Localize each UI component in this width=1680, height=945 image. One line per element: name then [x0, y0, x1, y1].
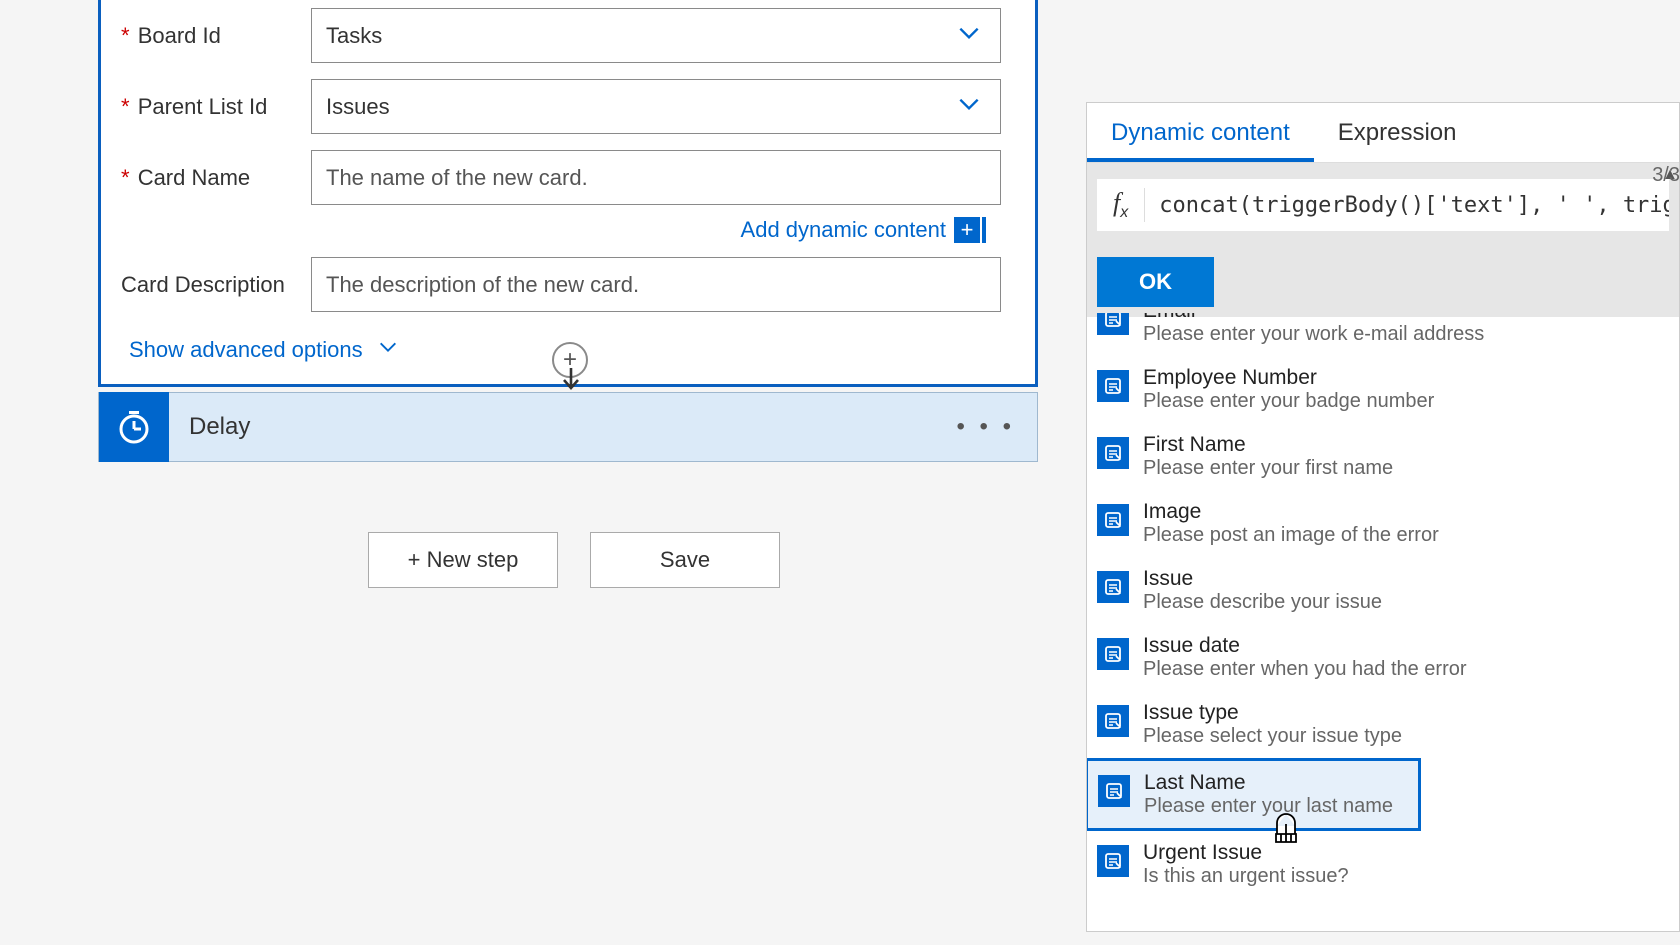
token-desc: Please enter your last name — [1144, 795, 1393, 818]
token-item[interactable]: IssuePlease describe your issue — [1087, 557, 1679, 624]
more-icon[interactable]: • • • — [956, 413, 1015, 441]
chevron-down-icon — [956, 91, 982, 123]
card-desc-row: Card Description The description of the … — [101, 249, 1035, 320]
dynpanel-tabs: Dynamic content Expression — [1087, 103, 1679, 163]
create-card-panel: * Board Id Tasks * Parent List Id Issues… — [98, 0, 1038, 387]
timer-icon — [99, 392, 169, 462]
form-icon — [1097, 571, 1129, 603]
token-item[interactable]: EmailPlease enter your work e-mail addre… — [1087, 313, 1679, 356]
token-list[interactable]: EmailPlease enter your work e-mail addre… — [1087, 313, 1679, 917]
parent-list-row: * Parent List Id Issues — [101, 71, 1035, 142]
token-title: Last Name — [1144, 771, 1393, 795]
token-item[interactable]: First NamePlease enter your first name — [1087, 423, 1679, 490]
new-step-button[interactable]: + New step — [368, 532, 558, 588]
token-desc: Please enter your badge number — [1143, 390, 1434, 413]
token-title: Image — [1143, 500, 1439, 524]
show-advanced-link[interactable]: Show advanced options — [129, 336, 399, 364]
card-name-label: * Card Name — [121, 165, 311, 191]
card-name-row: * Card Name The name of the new card. — [101, 142, 1035, 213]
token-title: Employee Number — [1143, 366, 1434, 390]
token-desc: Please enter your first name — [1143, 457, 1393, 480]
board-id-value: Tasks — [326, 23, 382, 49]
token-item[interactable]: Urgent IssueIs this an urgent issue? — [1087, 831, 1679, 898]
parent-list-select[interactable]: Issues — [311, 79, 1001, 134]
token-title: Issue date — [1143, 634, 1467, 658]
card-desc-placeholder: The description of the new card. — [326, 272, 639, 298]
card-desc-input[interactable]: The description of the new card. — [311, 257, 1001, 312]
token-desc: Is this an urgent issue? — [1143, 865, 1349, 888]
plus-icon: + — [954, 217, 980, 243]
form-icon — [1097, 313, 1129, 335]
token-title: Issue — [1143, 567, 1382, 591]
save-button[interactable]: Save — [590, 532, 780, 588]
form-icon — [1097, 845, 1129, 877]
token-item[interactable]: Issue typePlease select your issue type — [1087, 691, 1679, 758]
card-name-placeholder: The name of the new card. — [326, 165, 588, 191]
token-desc: Please post an image of the error — [1143, 524, 1439, 547]
board-id-label: * Board Id — [121, 23, 311, 49]
form-icon — [1097, 638, 1129, 670]
token-desc: Please select your issue type — [1143, 725, 1402, 748]
token-title: Email — [1143, 313, 1484, 323]
form-icon — [1097, 705, 1129, 737]
token-item[interactable]: Last NamePlease enter your last name — [1087, 758, 1421, 831]
form-icon — [1097, 504, 1129, 536]
expression-text: concat(triggerBody()['text'], ' ', trigg… — [1145, 193, 1669, 218]
fx-bar: fx concat(triggerBody()['text'], ' ', tr… — [1087, 163, 1679, 247]
delay-title: Delay — [189, 413, 250, 441]
chevron-down-icon — [377, 336, 399, 364]
board-id-row: * Board Id Tasks — [101, 0, 1035, 71]
tab-dynamic-content[interactable]: Dynamic content — [1087, 103, 1314, 162]
token-title: Issue type — [1143, 701, 1402, 725]
fx-icon: fx — [1097, 188, 1145, 222]
token-desc: Please describe your issue — [1143, 591, 1382, 614]
dynamic-content-panel: Dynamic content Expression fx concat(tri… — [1086, 102, 1680, 932]
board-id-select[interactable]: Tasks — [311, 8, 1001, 63]
form-icon — [1097, 437, 1129, 469]
expression-input[interactable]: fx concat(triggerBody()['text'], ' ', tr… — [1097, 179, 1669, 231]
chevron-down-icon — [956, 20, 982, 52]
action-buttons: + New step Save — [368, 532, 780, 588]
parent-list-value: Issues — [326, 94, 390, 120]
ok-button[interactable]: OK — [1097, 257, 1214, 307]
bar-icon — [982, 217, 986, 243]
token-desc: Please enter your work e-mail address — [1143, 323, 1484, 346]
page-counter: 3/3 — [1652, 164, 1680, 187]
add-dynamic-content-link[interactable]: Add dynamic content + — [741, 217, 986, 243]
delay-card[interactable]: Delay • • • — [98, 392, 1038, 462]
token-item[interactable]: Employee NumberPlease enter your badge n… — [1087, 356, 1679, 423]
parent-list-label: * Parent List Id — [121, 94, 311, 120]
token-desc: Please enter when you had the error — [1143, 658, 1467, 681]
form-icon — [1098, 775, 1130, 807]
token-item[interactable]: Issue datePlease enter when you had the … — [1087, 624, 1679, 691]
token-title: First Name — [1143, 433, 1393, 457]
card-desc-label: Card Description — [121, 272, 311, 298]
token-title: Urgent Issue — [1143, 841, 1349, 865]
card-name-input[interactable]: The name of the new card. — [311, 150, 1001, 205]
token-item[interactable]: ImagePlease post an image of the error — [1087, 490, 1679, 557]
form-icon — [1097, 370, 1129, 402]
tab-expression[interactable]: Expression — [1314, 103, 1481, 162]
